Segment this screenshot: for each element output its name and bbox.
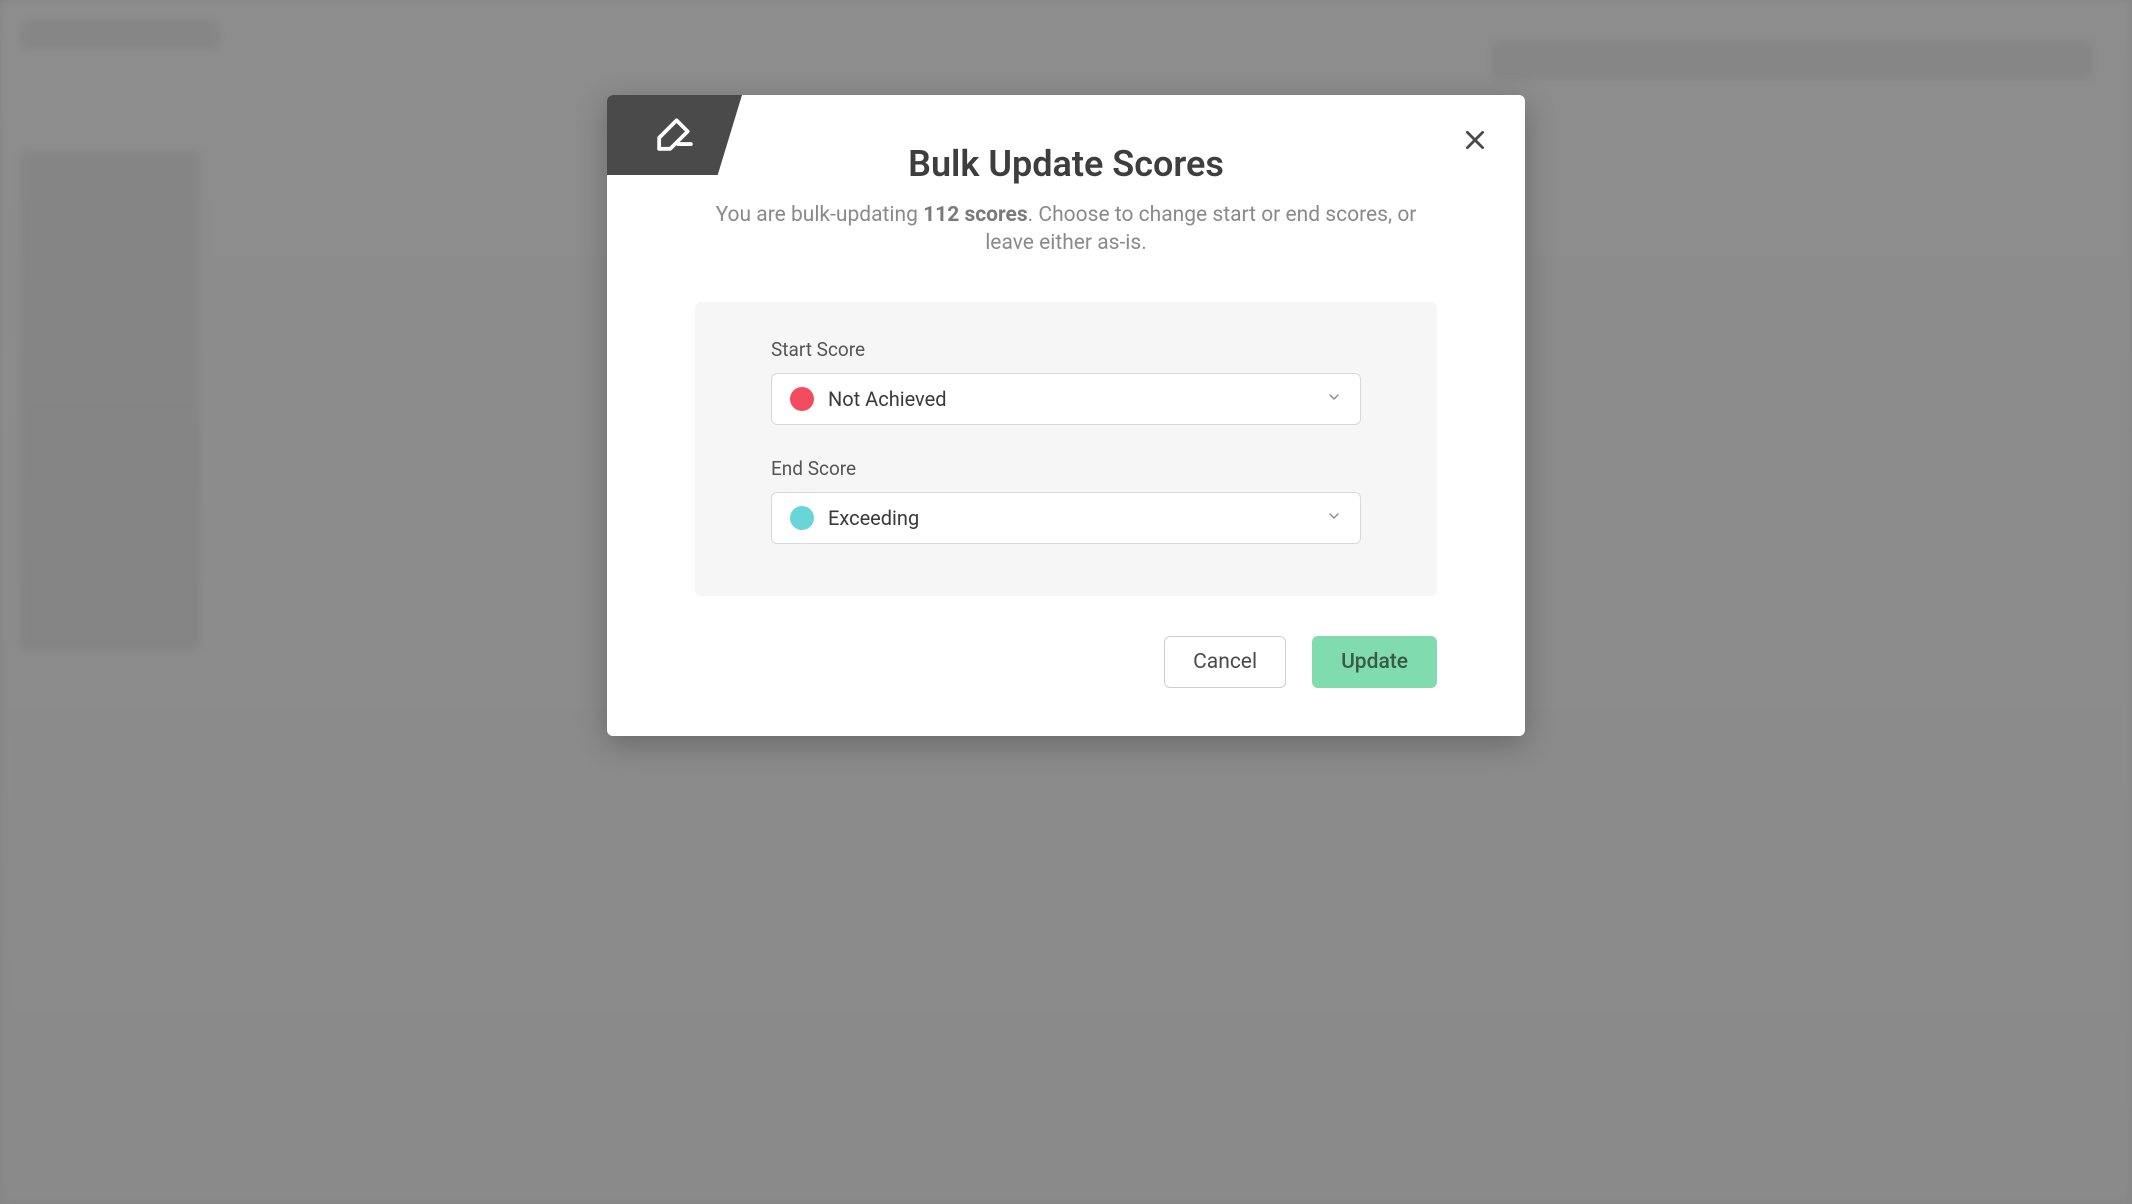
subtitle-suffix: . Choose to change start or end scores, … [985, 203, 1416, 255]
modal-overlay: Bulk Update Scores You are bulk-updating… [0, 0, 2132, 1204]
edit-icon [656, 114, 694, 156]
bulk-update-modal: Bulk Update Scores You are bulk-updating… [607, 95, 1525, 736]
start-score-field: Start Score Not Achieved [771, 338, 1361, 425]
start-score-value: Not Achieved [828, 387, 1326, 411]
button-row: Cancel Update [695, 636, 1437, 688]
end-score-value: Exceeding [828, 506, 1326, 530]
end-score-field: End Score Exceeding [771, 457, 1361, 544]
end-score-dot [790, 506, 814, 530]
modal-subtitle: You are bulk-updating 112 scores. Choose… [706, 201, 1426, 258]
update-button[interactable]: Update [1312, 636, 1437, 688]
score-count: 112 scores [923, 203, 1028, 227]
close-button[interactable] [1457, 123, 1493, 159]
start-score-dot [790, 387, 814, 411]
chevron-down-icon [1326, 508, 1342, 528]
chevron-down-icon [1326, 389, 1342, 409]
start-score-select[interactable]: Not Achieved [771, 373, 1361, 425]
cancel-button[interactable]: Cancel [1164, 636, 1286, 688]
modal-title: Bulk Update Scores [607, 95, 1525, 185]
end-score-label: End Score [771, 457, 1361, 480]
form-area: Start Score Not Achieved End Score Excee… [695, 302, 1437, 596]
subtitle-prefix: You are bulk-updating [716, 203, 924, 227]
start-score-label: Start Score [771, 338, 1361, 361]
close-icon [1462, 127, 1488, 156]
end-score-select[interactable]: Exceeding [771, 492, 1361, 544]
